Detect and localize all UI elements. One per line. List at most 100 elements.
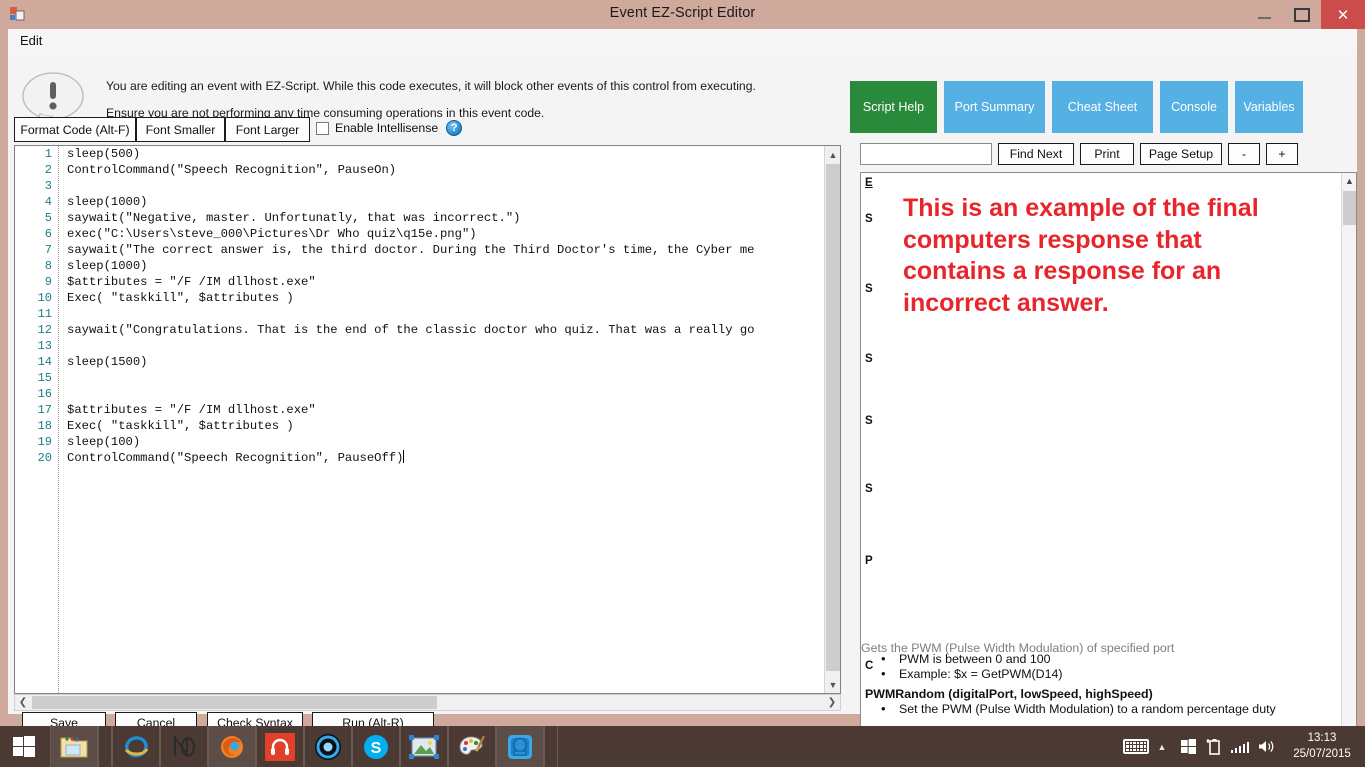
taskbar-item-robot-app[interactable] [496,726,544,767]
code-line[interactable]: sleep(1000) [67,258,823,274]
code-line[interactable]: $attributes = "/F /IM dllhost.exe" [67,402,823,418]
tab-cheat-sheet[interactable]: Cheat Sheet [1052,81,1153,133]
touch-keyboard-icon[interactable] [1123,726,1149,767]
format-toolbar: Format Code (Alt-F) Font Smaller Font La… [8,117,843,145]
windows-flag-icon[interactable] [1175,726,1201,767]
code-line[interactable]: saywait("Negative, master. Unfortunatly,… [67,210,823,226]
scroll-left-icon[interactable]: ❮ [15,695,31,710]
font-larger-button[interactable]: Font Larger [225,117,310,142]
code-line[interactable] [67,386,823,402]
taskbar: S ▲ 13:13 25/07/2015 [0,726,1365,767]
taskbar-separator [544,726,558,767]
speaker-icon[interactable] [1253,726,1279,767]
code-line[interactable]: sleep(1500) [67,354,823,370]
signal-bars-icon[interactable] [1227,726,1253,767]
window-title: Event EZ-Script Editor [609,5,756,21]
help-vertical-scrollbar[interactable]: ▲ ▼ [1341,173,1356,748]
code-line[interactable] [67,338,823,354]
help-heading-clipped: S [865,483,873,495]
start-button[interactable] [0,726,48,767]
line-number: 18 [37,419,52,433]
code-line[interactable]: $attributes = "/F /IM dllhost.exe" [67,274,823,290]
line-number: 13 [37,339,52,353]
enable-intellisense-label: Enable Intellisense [335,121,439,135]
horizontal-scroll-thumb[interactable] [32,696,437,709]
code-line[interactable] [67,306,823,322]
line-number: 19 [37,435,52,449]
zoom-out-button[interactable]: - [1228,143,1260,165]
code-editor[interactable]: 1 2 3 4 5 6 7 8 9 10 11 12 13 14 15 16 17 18 19 20 sleep(50… [14,145,841,694]
code-line[interactable]: Exec( "taskkill", $attributes ) [67,418,823,434]
code-line[interactable]: sleep(100) [67,434,823,450]
code-line[interactable]: exec("C:\Users\steve_000\Pictures\Dr Who… [67,226,823,242]
clock[interactable]: 13:13 25/07/2015 [1279,726,1365,767]
help-heading-clipped: S [865,283,873,295]
taskbar-item-notepad-plus[interactable] [160,726,208,767]
enable-intellisense-control[interactable]: Enable Intellisense ? [316,120,463,136]
battery-icon[interactable] [1201,726,1227,767]
code-line[interactable] [67,370,823,386]
tab-script-help[interactable]: Script Help [850,81,937,133]
system-tray: ▲ 13:13 25/07/2015 [1123,726,1365,767]
font-smaller-button[interactable]: Font Smaller [136,117,225,142]
help-icon[interactable]: ? [446,120,463,136]
vertical-scroll-thumb[interactable] [826,164,840,671]
help-heading-clipped: S [865,415,873,427]
code-line[interactable]: saywait("The correct answer is, the thir… [67,242,823,258]
scroll-up-icon[interactable]: ▲ [825,146,840,163]
tab-port-summary[interactable]: Port Summary [944,81,1045,133]
taskbar-item-paint[interactable] [448,726,496,767]
code-line[interactable]: Exec( "taskkill", $attributes ) [67,290,823,306]
close-button[interactable]: ✕ [1321,0,1365,29]
application-window: Event EZ-Script Editor ✕ Edit You are ed… [0,0,1365,767]
format-code-button[interactable]: Format Code (Alt-F) [14,117,136,142]
show-hidden-icons-icon[interactable]: ▲ [1149,726,1175,767]
code-text-area[interactable]: sleep(500) ControlCommand("Speech Recogni… [67,146,823,693]
maximize-button[interactable] [1283,0,1321,29]
help-content-box[interactable]: ESSSSSPC This is an example of the final… [860,172,1357,749]
help-heading-clipped: S [865,353,873,365]
help-bullet: Set the PWM (Pulse Width Modulation) to … [881,701,1335,716]
scroll-down-icon[interactable]: ▼ [825,676,840,693]
clock-date: 25/07/2015 [1293,747,1351,760]
help-scroll-up-icon[interactable]: ▲ [1342,173,1356,189]
print-button[interactable]: Print [1080,143,1134,165]
code-line[interactable] [67,178,823,194]
taskbar-item-skype[interactable]: S [352,726,400,767]
code-line[interactable]: ControlCommand("Speech Recognition", Pau… [67,162,823,178]
help-heading-clipped: E [865,177,873,189]
code-line[interactable]: sleep(1000) [67,194,823,210]
minimize-button[interactable] [1245,0,1283,29]
editor-vertical-scrollbar[interactable]: ▲ ▼ [824,146,840,693]
page-setup-button[interactable]: Page Setup [1140,143,1222,165]
find-input[interactable] [860,143,992,165]
tab-variables[interactable]: Variables [1235,81,1303,133]
enable-intellisense-checkbox[interactable] [316,121,329,135]
line-number: 4 [44,195,52,209]
line-number: 1 [44,147,52,161]
editor-horizontal-scrollbar[interactable]: ❮ ❯ [14,694,841,711]
code-line[interactable]: ControlCommand("Speech Recognition", Pau… [67,450,823,466]
svg-text:S: S [371,740,382,757]
line-number: 7 [44,243,52,257]
taskbar-item-internet-explorer[interactable] [112,726,160,767]
taskbar-item-file-explorer[interactable] [50,726,98,767]
tab-console[interactable]: Console [1160,81,1228,133]
window-controls: ✕ [1245,0,1365,29]
taskbar-item-photo-viewer[interactable] [400,726,448,767]
line-number: 20 [37,451,52,465]
code-line[interactable]: sleep(500) [67,146,823,162]
line-number: 15 [37,371,52,385]
zoom-in-button[interactable]: + [1266,143,1298,165]
line-number: 14 [37,355,52,369]
warning-text-primary: You are editing an event with EZ-Script.… [106,79,756,93]
title-bar: Event EZ-Script Editor ✕ [0,0,1365,29]
taskbar-item-firefox[interactable] [208,726,256,767]
taskbar-item-headphones-app[interactable] [256,726,304,767]
find-next-button[interactable]: Find Next [998,143,1074,165]
scroll-right-icon[interactable]: ❯ [824,695,840,710]
code-line[interactable]: saywait("Congratulations. That is the en… [67,322,823,338]
help-scroll-thumb[interactable] [1343,191,1356,225]
menu-item-edit[interactable]: Edit [20,33,42,48]
taskbar-item-ez-builder[interactable] [304,726,352,767]
